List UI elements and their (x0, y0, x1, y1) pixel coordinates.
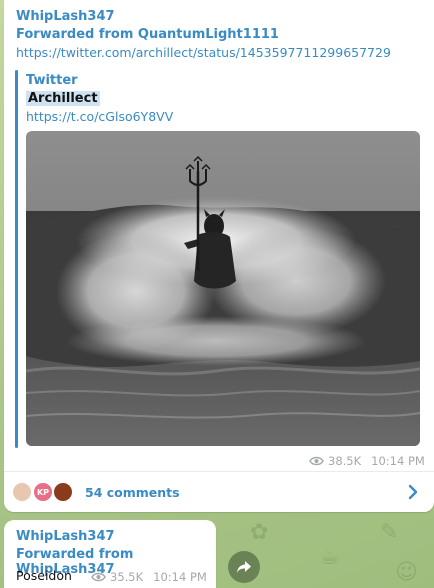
comments-count-label[interactable]: 54 comments (85, 485, 180, 500)
link-preview-short-link[interactable]: https://t.co/cGlso6Y8VV (26, 109, 173, 124)
eye-icon (309, 456, 324, 466)
comments-button[interactable]: KP 54 comments (4, 472, 434, 512)
chevron-right-icon[interactable] (406, 484, 420, 500)
doodle-icon: ✿ (250, 520, 269, 545)
doodle-icon: ✎ (380, 520, 399, 545)
message-time: 10:14 PM (371, 454, 425, 468)
view-count: 35.5K (110, 570, 144, 584)
link-preview-title: Archillect (26, 91, 100, 106)
avatar (52, 481, 74, 503)
message-time: 10:14 PM (153, 570, 207, 584)
share-button[interactable] (228, 551, 260, 583)
doodle-icon: ☺ (395, 560, 418, 585)
forwarded-from-label[interactable]: Forwarded from QuantumLight1111 (16, 27, 279, 42)
avatar (11, 481, 33, 503)
doodle-icon: ☕ (320, 545, 340, 570)
message-bubble: WhipLash347 Forwarded from QuantumLight1… (4, 0, 434, 512)
eye-icon (91, 572, 106, 582)
link-preview-photo[interactable] (26, 131, 420, 446)
view-count: 38.5K (328, 454, 362, 468)
message-meta: 35.5K 10:14 PM (91, 570, 207, 584)
message-bubble: WhipLash347 Forwarded from WhipLash347 P… (4, 520, 216, 588)
message-link[interactable]: https://twitter.com/archillect/status/14… (16, 45, 391, 60)
link-preview-bar (15, 70, 18, 448)
message-meta: 38.5K 10:14 PM (309, 454, 425, 468)
poseidon-wave-photo (26, 131, 420, 446)
link-preview-site-name: Twitter (26, 73, 78, 88)
avatar: KP (32, 481, 54, 503)
sender-name[interactable]: WhipLash347 (16, 529, 115, 544)
share-arrow-icon (237, 561, 251, 573)
sender-name[interactable]: WhipLash347 (16, 9, 115, 24)
message-text: Poseidon (16, 568, 72, 583)
